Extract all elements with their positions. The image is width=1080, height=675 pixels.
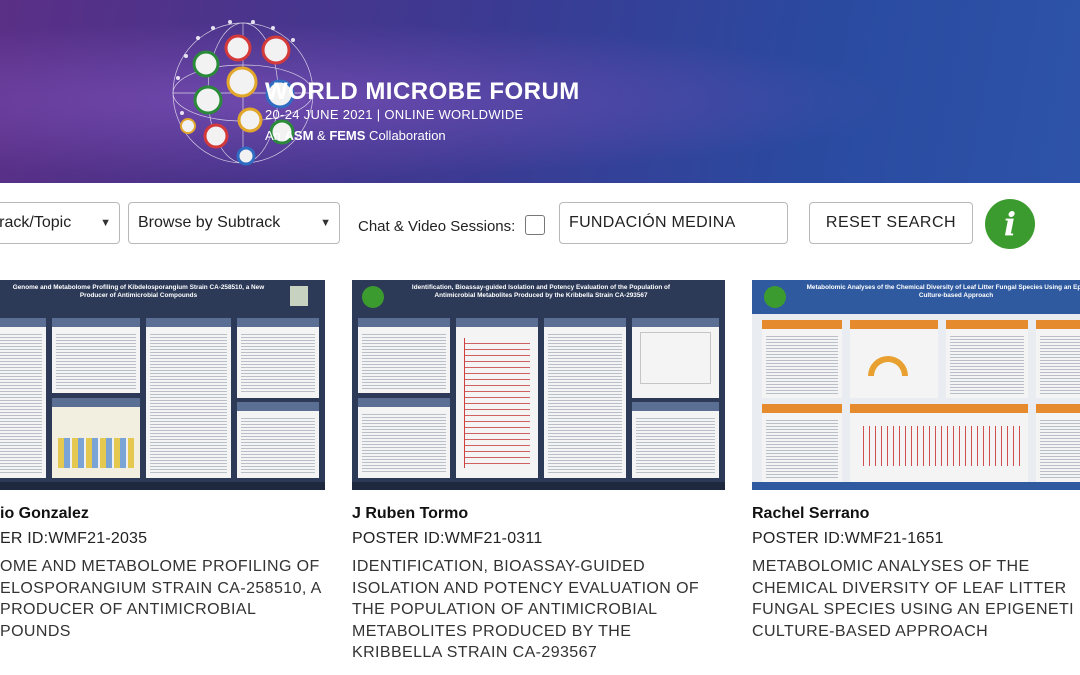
poster-id: POSTER ID:WMF21-0311 (352, 530, 543, 547)
track-topic-select[interactable]: Track/Topic ▼ (0, 202, 120, 244)
track-topic-value: Track/Topic (0, 214, 72, 231)
forum-title-block: WORLD MICROBE FORUM 20-24 JUNE 2021 | ON… (265, 78, 580, 144)
poster-thumbnail[interactable]: Metabolomic Analyses of the Chemical Div… (752, 280, 1080, 490)
forum-collaboration: An ASM & FEMS Collaboration (265, 128, 446, 143)
forum-title: WORLD MICROBE FORUM (265, 78, 580, 105)
forum-date: 20-24 JUNE 2021 | ONLINE WORLDWIDE (265, 107, 524, 122)
subtrack-value: Browse by Subtrack (138, 214, 281, 231)
poster-thumbnail[interactable]: Identification, Bioassay-guided Isolatio… (352, 280, 725, 490)
chevron-down-icon: ▼ (100, 217, 111, 229)
poster-title[interactable]: METABOLOMIC ANALYSES OF THE CHEMICAL DIV… (752, 556, 1080, 642)
poster-title[interactable]: IDENTIFICATION, BIOASSAY-GUIDED ISOLATIO… (352, 556, 725, 664)
forum-banner: WORLD MICROBE FORUM 20-24 JUNE 2021 | ON… (0, 0, 1080, 183)
reset-search-button[interactable]: RESET SEARCH (809, 202, 973, 244)
asm-label: ASM (284, 128, 314, 143)
info-icon: i (1003, 205, 1017, 243)
chat-video-label: Chat & Video Sessions: (358, 218, 516, 235)
presenter-photo (290, 286, 308, 306)
poster-author: Rachel Serrano (752, 505, 870, 522)
chat-video-checkbox[interactable] (525, 215, 545, 235)
poster-title[interactable]: OME AND METABOLOME PROFILING OF ELOSPORA… (0, 556, 373, 642)
poster-thumb-title: Genome and Metabolome Profiling of Kibde… (12, 284, 265, 299)
chevron-down-icon: ▼ (320, 217, 331, 229)
poster-id: ER ID:WMF21-2035 (0, 530, 148, 547)
poster-thumb-title: Metabolomic Analyses of the Chemical Div… (806, 284, 1080, 299)
poster-id: POSTER ID:WMF21-1651 (752, 530, 944, 547)
subtrack-select[interactable]: Browse by Subtrack ▼ (128, 202, 340, 244)
fems-label: FEMS (329, 128, 366, 143)
poster-author: io Gonzalez (0, 505, 89, 522)
poster-thumbnail[interactable]: Genome and Metabolome Profiling of Kibde… (0, 280, 325, 490)
poster-author: J Ruben Tormo (352, 505, 469, 522)
poster-thumb-title: Identification, Bioassay-guided Isolatio… (411, 284, 671, 299)
info-button[interactable]: i (985, 199, 1035, 249)
search-input[interactable]: FUNDACIÓN MEDINA (559, 202, 788, 244)
